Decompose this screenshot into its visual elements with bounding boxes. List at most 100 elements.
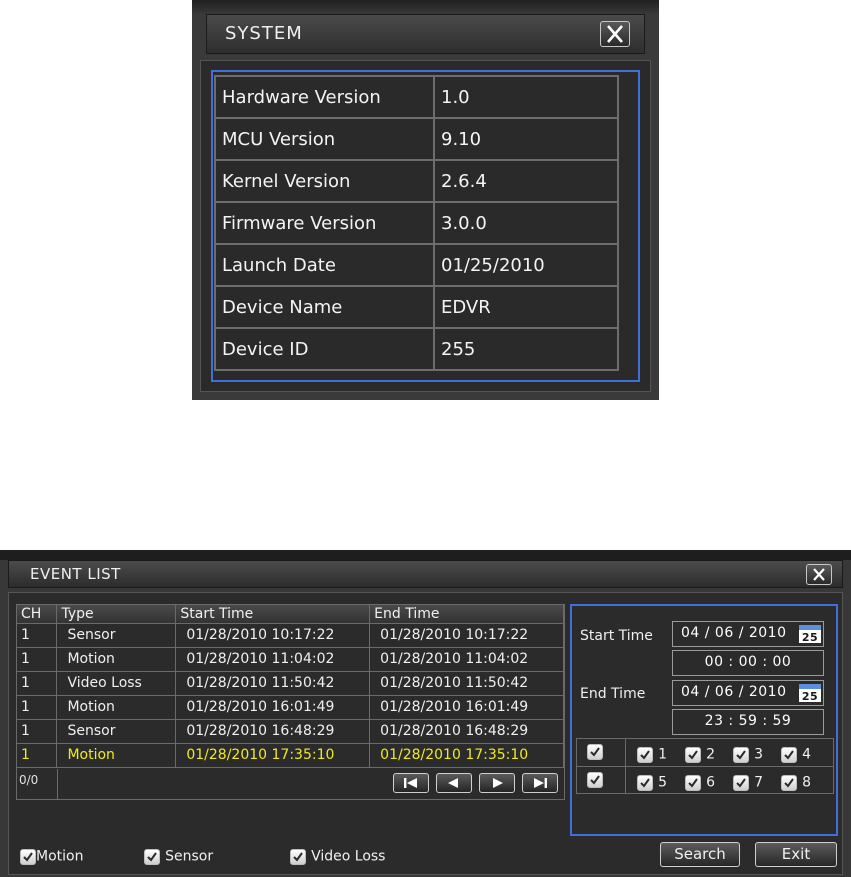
filter-label: Motion <box>36 848 84 865</box>
checkmark-icon <box>640 749 650 760</box>
previous-icon <box>448 778 458 788</box>
channel-selector: 1 2 3 4 5 6 7 8 <box>576 738 834 794</box>
end-time-label: End Time <box>580 686 646 702</box>
checkmark-icon <box>784 749 794 760</box>
info-label: Hardware Version <box>214 75 435 119</box>
start-date-field[interactable]: 04 / 06 / 2010 25 <box>672 621 824 647</box>
table-header-row: CH Type Start Time End Time <box>17 605 564 624</box>
cell-type: Sensor <box>56 719 177 744</box>
column-header-ch[interactable]: CH <box>17 605 58 624</box>
cell-type: Video Loss <box>56 671 177 696</box>
cell-start: 01/28/2010 16:48:29 <box>175 719 371 744</box>
first-page-button[interactable] <box>393 773 429 793</box>
channel-8-checkbox[interactable]: 8 <box>781 772 811 791</box>
table-row[interactable]: 1 Video Loss 01/28/2010 11:50:42 01/28/2010… <box>17 671 564 696</box>
channel-2-checkbox[interactable]: 2 <box>685 744 715 763</box>
info-value: 01/25/2010 <box>433 243 619 287</box>
channel-label: 1 <box>658 746 668 763</box>
close-button[interactable] <box>806 564 832 585</box>
event-table: CH Type Start Time End Time 1 Sensor 01/28… <box>16 604 565 800</box>
end-time-field[interactable]: 23 : 59 : 59 <box>672 709 824 735</box>
info-value: 1.0 <box>433 75 619 119</box>
cell-type: Motion <box>56 647 177 672</box>
cell-end: 01/28/2010 16:01:49 <box>369 695 564 720</box>
checkmark-icon <box>640 777 650 788</box>
calendar-icon[interactable]: 25 <box>799 684 821 702</box>
table-row[interactable]: 1 Motion 01/28/2010 16:01:49 01/28/2010 16:… <box>17 695 564 720</box>
filter-motion-checkbox[interactable]: Motion <box>20 846 83 865</box>
cell-ch: 1 <box>17 671 58 696</box>
system-window: SYSTEM Hardware Version 1.0 MCU Version 9.… <box>192 0 659 400</box>
select-all-row1-checkbox[interactable] <box>587 744 603 760</box>
table-row[interactable]: 1 Sensor 01/28/2010 10:17:22 01/28/2010 10:… <box>17 623 564 648</box>
checkmark-icon <box>23 851 33 862</box>
skip-first-icon <box>404 778 417 788</box>
start-date-value: 04 / 06 / 2010 <box>681 625 787 641</box>
search-button[interactable]: Search <box>660 842 740 867</box>
cell-type: Motion <box>56 695 177 720</box>
channel-7-checkbox[interactable]: 7 <box>733 772 763 791</box>
table-row: MCU Version 9.10 <box>214 117 619 161</box>
next-icon <box>493 778 503 788</box>
column-header-end-time[interactable]: End Time <box>369 605 564 624</box>
filter-sensor-checkbox[interactable]: Sensor <box>144 846 213 865</box>
close-x-icon <box>813 568 825 581</box>
pager-divider <box>57 769 58 799</box>
channel-label: 4 <box>802 746 812 763</box>
checkmark-icon <box>688 749 698 760</box>
channel-5-checkbox[interactable]: 5 <box>637 772 667 791</box>
filter-label: Sensor <box>165 848 214 865</box>
table-row: Hardware Version 1.0 <box>214 75 619 119</box>
cell-start: 01/28/2010 16:01:49 <box>175 695 371 720</box>
channel-label: 8 <box>802 774 812 791</box>
checkmark-icon <box>590 747 600 757</box>
info-value: EDVR <box>433 285 619 329</box>
cell-ch: 1 <box>17 695 58 720</box>
cell-end: 01/28/2010 17:35:10 <box>369 743 564 768</box>
cell-end: 01/28/2010 16:48:29 <box>369 719 564 744</box>
select-all-row2-checkbox[interactable] <box>587 772 603 788</box>
event-list-window: EVENT LIST CH Type Start Time End Time 1… <box>0 550 851 877</box>
title-bar: SYSTEM <box>206 14 645 54</box>
filter-label: Video Loss <box>311 848 386 865</box>
channel-label: 2 <box>706 746 716 763</box>
channel-label: 6 <box>706 774 716 791</box>
info-label: Launch Date <box>214 243 435 287</box>
table-row: Launch Date 01/25/2010 <box>214 243 619 287</box>
info-value: 255 <box>433 327 619 371</box>
next-page-button[interactable] <box>479 773 515 793</box>
svg-text:25: 25 <box>802 631 818 643</box>
channel-label: 7 <box>754 774 764 791</box>
end-date-value: 04 / 06 / 2010 <box>681 684 787 700</box>
channel-3-checkbox[interactable]: 3 <box>733 744 763 763</box>
channel-4-checkbox[interactable]: 4 <box>781 744 811 763</box>
cell-end: 01/28/2010 11:04:02 <box>369 647 564 672</box>
checkmark-icon <box>736 749 746 760</box>
cell-end: 01/28/2010 11:50:42 <box>369 671 564 696</box>
previous-page-button[interactable] <box>436 773 472 793</box>
cell-type: Motion <box>56 743 177 768</box>
start-time-field[interactable]: 00 : 00 : 00 <box>672 650 824 676</box>
window-title: SYSTEM <box>225 23 303 44</box>
table-row[interactable]: 1 Sensor 01/28/2010 16:48:29 01/28/2010 16:… <box>17 719 564 744</box>
column-header-type[interactable]: Type <box>56 605 177 624</box>
exit-button[interactable]: Exit <box>755 842 837 867</box>
filter-video-loss-checkbox[interactable]: Video Loss <box>290 846 385 865</box>
cell-start: 01/28/2010 11:04:02 <box>175 647 371 672</box>
close-button[interactable] <box>600 21 630 47</box>
cell-ch: 1 <box>17 647 58 672</box>
close-x-icon <box>607 25 623 43</box>
checkmark-icon <box>688 777 698 788</box>
channel-6-checkbox[interactable]: 6 <box>685 772 715 791</box>
calendar-icon[interactable]: 25 <box>799 625 821 643</box>
title-bar: EVENT LIST <box>8 560 843 588</box>
table-row-selected[interactable]: 1 Motion 01/28/2010 17:35:10 01/28/2010 17:… <box>17 743 564 768</box>
table-row[interactable]: 1 Motion 01/28/2010 11:04:02 01/28/2010 11:… <box>17 647 564 672</box>
last-page-button[interactable] <box>522 773 558 793</box>
channel-1-checkbox[interactable]: 1 <box>637 744 667 763</box>
start-time-label: Start Time <box>580 628 653 644</box>
cell-ch: 1 <box>17 743 58 768</box>
info-label: Device ID <box>214 327 435 371</box>
end-date-field[interactable]: 04 / 06 / 2010 25 <box>672 680 824 706</box>
column-header-start-time[interactable]: Start Time <box>175 605 371 624</box>
